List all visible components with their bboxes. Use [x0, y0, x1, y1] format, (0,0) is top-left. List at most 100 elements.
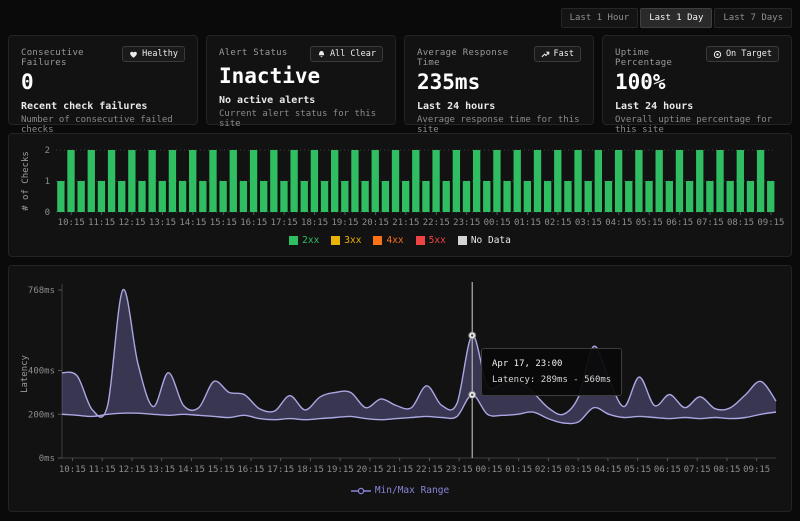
- x-axis-tick: 13:15: [149, 218, 176, 228]
- x-axis-tick: 10:15: [59, 465, 86, 475]
- x-axis-tick: 05:15: [624, 465, 651, 475]
- stat-value: 100%: [615, 71, 779, 94]
- check-bar: [767, 181, 774, 212]
- check-bar: [402, 181, 409, 212]
- check-bar: [138, 181, 145, 212]
- check-bar: [392, 150, 399, 212]
- check-bar: [645, 181, 652, 212]
- check-bar: [453, 150, 460, 212]
- x-axis-tick: 23:15: [446, 465, 473, 475]
- legend-swatch: [458, 236, 467, 245]
- check-bar: [483, 181, 490, 212]
- x-axis-tick: 22:15: [416, 465, 443, 475]
- y-axis-label: # of Checks: [21, 151, 31, 211]
- status-badge: On Target: [706, 46, 779, 62]
- check-bar: [432, 150, 439, 212]
- card-header: Alert Status All Clear: [219, 46, 383, 62]
- check-bar: [666, 181, 673, 212]
- badge-label: All Clear: [330, 49, 376, 59]
- legend-swatch: [416, 236, 425, 245]
- check-bar: [382, 181, 389, 212]
- y-axis-label: Latency: [20, 354, 30, 393]
- check-bar: [493, 150, 500, 212]
- legend-label: 5xx: [429, 235, 446, 246]
- range-button-last-1-day[interactable]: Last 1 Day: [640, 8, 712, 28]
- check-bar: [422, 181, 429, 212]
- check-bar: [656, 150, 663, 212]
- legend-swatch: [289, 236, 298, 245]
- check-bar: [179, 181, 186, 212]
- check-bar: [290, 150, 297, 212]
- checks-bar-chart-panel: 012# of Checks10:1511:1512:1513:1514:151…: [8, 133, 792, 257]
- x-axis-tick: 19:15: [331, 218, 358, 228]
- stat-card: Average Response TimeFast235msLast 24 ho…: [404, 35, 594, 125]
- x-axis-tick: 00:15: [475, 465, 502, 475]
- x-axis-tick: 08:15: [727, 218, 754, 228]
- legend-label: Min/Max Range: [375, 485, 449, 496]
- check-bar: [524, 181, 531, 212]
- check-bar: [331, 150, 338, 212]
- x-axis-tick: 15:15: [210, 218, 237, 228]
- check-bar: [88, 150, 95, 212]
- card-header: Uptime PercentageOn Target: [615, 46, 779, 68]
- x-axis-tick: 01:15: [514, 218, 541, 228]
- marker-dot: [471, 334, 473, 336]
- checks-bar-chart[interactable]: 012# of Checks10:1511:1512:1513:1514:151…: [16, 140, 784, 234]
- card-title: Alert Status: [219, 46, 288, 58]
- x-axis-tick: 18:15: [297, 465, 324, 475]
- x-axis-tick: 03:15: [575, 218, 602, 228]
- badge-label: Fast: [554, 49, 574, 59]
- x-axis-tick: 22:15: [423, 218, 450, 228]
- x-axis-tick: 00:15: [484, 218, 511, 228]
- check-bar: [280, 181, 287, 212]
- minmax-band: [62, 289, 776, 423]
- check-bar: [625, 181, 632, 212]
- check-bar: [727, 181, 734, 212]
- check-bar: [554, 150, 561, 212]
- check-bar: [219, 181, 226, 212]
- x-axis-tick: 02:15: [535, 465, 562, 475]
- latency-chart: 0ms200ms400ms768msLatency10:1511:1512:15…: [16, 272, 784, 484]
- check-bar: [98, 181, 105, 212]
- legend-item: 4xx: [373, 235, 403, 246]
- check-bar: [148, 150, 155, 212]
- x-axis-tick: 05:15: [636, 218, 663, 228]
- tooltip-latency: Latency: 289ms - 560ms: [492, 372, 611, 388]
- check-bar: [443, 181, 450, 212]
- legend-item: No Data: [458, 235, 511, 246]
- check-bar: [534, 150, 541, 212]
- y-axis-tick: 400ms: [28, 367, 55, 377]
- x-axis-tick: 16:15: [237, 465, 264, 475]
- latency-area-chart[interactable]: 0ms200ms400ms768msLatency10:1511:1512:15…: [16, 272, 784, 484]
- check-bar: [199, 181, 206, 212]
- target-icon: [713, 50, 722, 59]
- check-bar: [230, 150, 237, 212]
- status-badge: Fast: [534, 46, 581, 62]
- y-axis-tick: 768ms: [28, 286, 55, 296]
- x-axis-tick: 09:15: [757, 218, 784, 228]
- stat-card: Alert StatusAll ClearInactiveNo active a…: [206, 35, 396, 125]
- check-bar: [372, 150, 379, 212]
- range-button-last-1-hour[interactable]: Last 1 Hour: [561, 8, 639, 28]
- legend-swatch: [331, 236, 340, 245]
- check-bar: [585, 181, 592, 212]
- check-bar: [351, 150, 358, 212]
- x-axis-tick: 19:15: [327, 465, 354, 475]
- legend-label: 2xx: [302, 235, 319, 246]
- check-bar: [564, 181, 571, 212]
- x-axis-tick: 11:15: [88, 218, 115, 228]
- tooltip-date: Apr 17, 23:00: [492, 356, 611, 372]
- x-axis-tick: 21:15: [392, 218, 419, 228]
- trend-up-icon: [541, 50, 550, 59]
- range-button-last-7-days[interactable]: Last 7 Days: [714, 8, 792, 28]
- check-bar: [189, 150, 196, 212]
- check-bar: [412, 150, 419, 212]
- stat-subtitle: Last 24 hours: [615, 101, 779, 112]
- x-axis-tick: 11:15: [89, 465, 116, 475]
- x-axis-tick: 14:15: [178, 465, 205, 475]
- x-axis-tick: 08:15: [713, 465, 740, 475]
- check-bar: [473, 150, 480, 212]
- status-badge: Healthy: [122, 46, 185, 62]
- y-axis-tick: 0ms: [39, 454, 55, 464]
- check-bar: [463, 181, 470, 212]
